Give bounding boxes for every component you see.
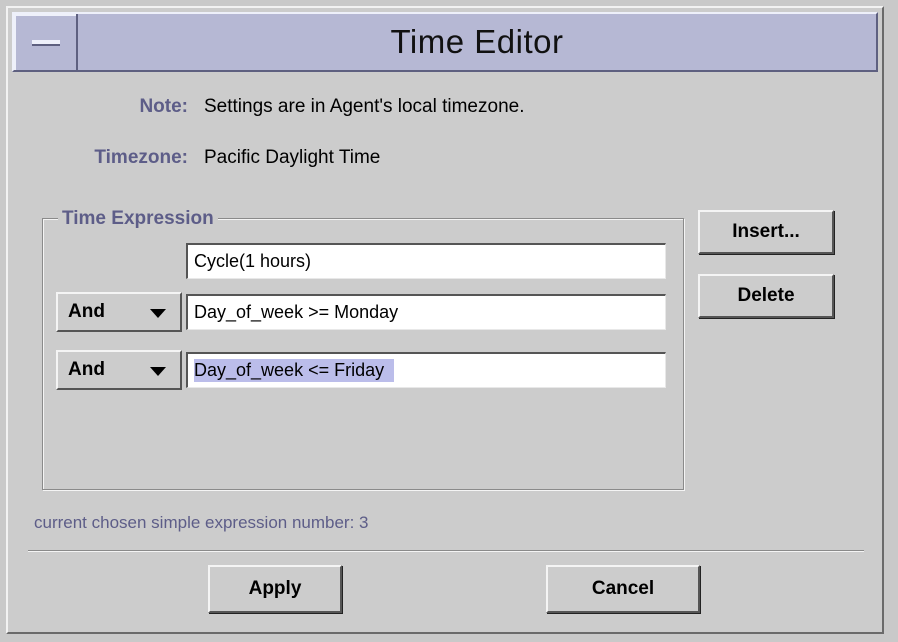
- expression-field-3[interactable]: Day_of_week <= Friday: [186, 352, 666, 388]
- operator-select-2[interactable]: And: [56, 292, 182, 332]
- operator-select-3-value: And: [68, 359, 105, 380]
- window-menu-button[interactable]: [14, 14, 78, 70]
- window-title: Time Editor: [390, 23, 564, 60]
- expression-field-2-text: Day_of_week >= Monday: [194, 302, 399, 322]
- expression-field-1[interactable]: Cycle(1 hours): [186, 243, 666, 279]
- time-editor-window: Time Editor Note: Settings are in Agent'…: [6, 6, 884, 634]
- chevron-down-icon: [150, 309, 166, 318]
- insert-button[interactable]: Insert...: [698, 210, 834, 254]
- timezone-value: Pacific Daylight Time: [204, 147, 381, 168]
- footer-divider: [28, 550, 864, 552]
- expression-field-1-text: Cycle(1 hours): [194, 251, 312, 271]
- expression-field-2[interactable]: Day_of_week >= Monday: [186, 294, 666, 330]
- note-value: Settings are in Agent's local timezone.: [204, 96, 525, 117]
- timezone-label: Timezone:: [94, 147, 188, 168]
- chevron-down-icon: [150, 367, 166, 376]
- status-text: current chosen simple expression number:…: [34, 513, 369, 532]
- time-expression-legend: Time Expression: [58, 208, 218, 230]
- operator-select-2-value: And: [68, 301, 105, 322]
- window-menu-icon: [32, 40, 60, 46]
- delete-button[interactable]: Delete: [698, 274, 834, 318]
- expression-field-3-selected-text: Day_of_week <= Friday: [194, 359, 395, 382]
- operator-select-3[interactable]: And: [56, 350, 182, 390]
- apply-button[interactable]: Apply: [208, 565, 342, 613]
- cancel-button[interactable]: Cancel: [546, 565, 700, 613]
- note-label: Note:: [139, 96, 188, 117]
- title-bar[interactable]: Time Editor: [12, 12, 878, 72]
